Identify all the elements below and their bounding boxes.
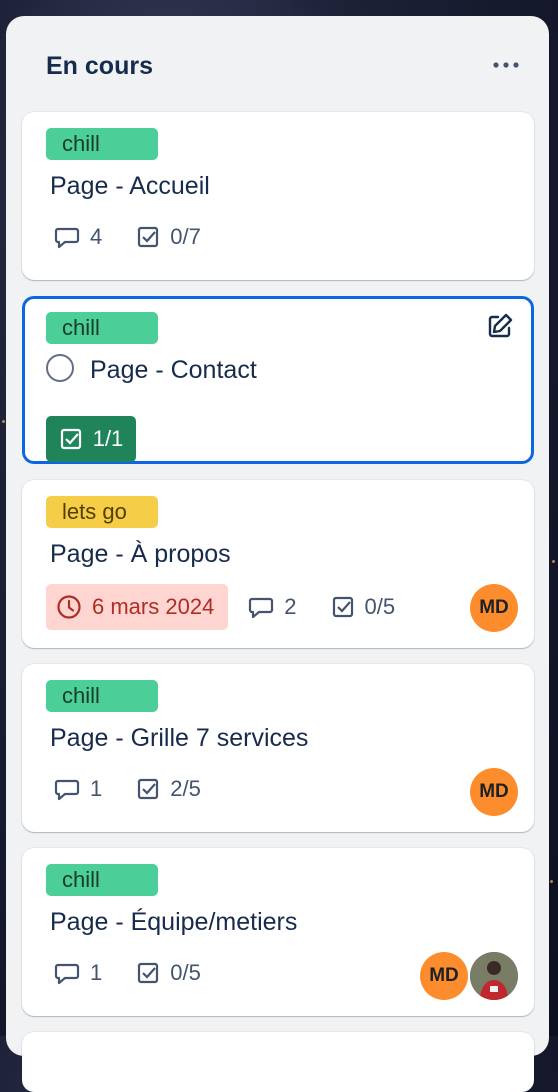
person-photo-icon [470, 952, 518, 1000]
card-page-contact[interactable]: chill Page - Contact 1/1 [22, 296, 534, 464]
card-page-a-propos[interactable]: lets go Page - À propos 6 mars 2024 2 0/… [22, 480, 534, 648]
checklist-badge: 0/7 [136, 224, 201, 250]
card-badges: 6 mars 2024 2 0/5 [46, 584, 429, 630]
card-title: Page - Accueil [50, 172, 210, 200]
card-label[interactable]: lets go [46, 496, 158, 528]
comments-badge: 1 [54, 960, 102, 986]
card-label[interactable]: chill [46, 864, 158, 896]
comments-count: 1 [90, 776, 103, 801]
card-title: Page - Contact [90, 356, 257, 384]
card-label[interactable]: chill [46, 312, 158, 344]
member-avatar[interactable]: MD [470, 768, 518, 816]
checklist-progress: 0/7 [170, 224, 201, 249]
background-speck [2, 420, 5, 423]
checkbox-icon [332, 596, 353, 618]
clock-icon [57, 595, 81, 619]
edit-icon [488, 313, 513, 338]
card-label[interactable]: chill [46, 128, 158, 160]
card-badges: 4 0/7 [54, 224, 235, 250]
checklist-progress: 1/1 [92, 426, 124, 451]
checkbox-icon [60, 428, 81, 450]
checklist-badge: 0/5 [331, 594, 396, 620]
comment-icon [249, 597, 274, 619]
card-title: Page - Grille 7 services [50, 724, 309, 752]
background-speck [552, 560, 555, 563]
checklist-badge: 2/5 [136, 776, 201, 802]
card-title: Page - Équipe/metiers [50, 908, 298, 936]
card-title: Page - À propos [50, 540, 231, 568]
checkbox-icon [138, 226, 159, 248]
comments-badge: 2 [248, 594, 297, 620]
comment-icon [54, 779, 80, 801]
ellipsis-icon [493, 62, 519, 68]
card-page-grille-services[interactable]: chill Page - Grille 7 services 1 2/5 MD [22, 664, 534, 832]
list-menu-button[interactable] [489, 54, 523, 76]
checklist-badge-complete: 1/1 [46, 416, 136, 462]
checklist-progress: 2/5 [170, 776, 201, 801]
card-badges: 1 0/5 [54, 960, 235, 986]
checkbox-icon [138, 778, 159, 800]
card-page-accueil[interactable]: chill Page - Accueil 4 0/7 [22, 112, 534, 280]
checklist-progress: 0/5 [364, 594, 396, 619]
comments-badge: 4 [54, 224, 102, 250]
member-avatar[interactable]: MD [420, 952, 468, 1000]
card-badges: 1 2/5 [54, 776, 235, 802]
member-photo-avatar[interactable] [470, 952, 518, 1000]
comments-badge: 1 [54, 776, 102, 802]
checklist-badge: 0/5 [136, 960, 201, 986]
list-column: En cours chill Page - Accueil 4 0/7 chil… [6, 16, 549, 1092]
mark-complete-checkbox[interactable] [46, 354, 74, 382]
background-speck [550, 880, 553, 883]
card-label[interactable]: chill [46, 680, 158, 712]
comments-count: 2 [284, 594, 297, 619]
edit-card-button[interactable] [484, 310, 516, 342]
comments-count: 1 [90, 960, 103, 985]
checkbox-icon [138, 962, 159, 984]
list-title[interactable]: En cours [46, 52, 153, 81]
card-page-equipe-metiers[interactable]: chill Page - Équipe/metiers 1 0/5 MD [22, 848, 534, 1016]
card-partial[interactable] [22, 1032, 534, 1092]
due-date-badge[interactable]: 6 mars 2024 [46, 584, 229, 630]
member-avatar[interactable]: MD [470, 584, 518, 632]
due-date: 6 mars 2024 [92, 594, 215, 619]
checklist-progress: 0/5 [170, 960, 201, 985]
comments-count: 4 [90, 224, 103, 249]
comment-icon [54, 227, 80, 249]
comment-icon [54, 963, 80, 985]
